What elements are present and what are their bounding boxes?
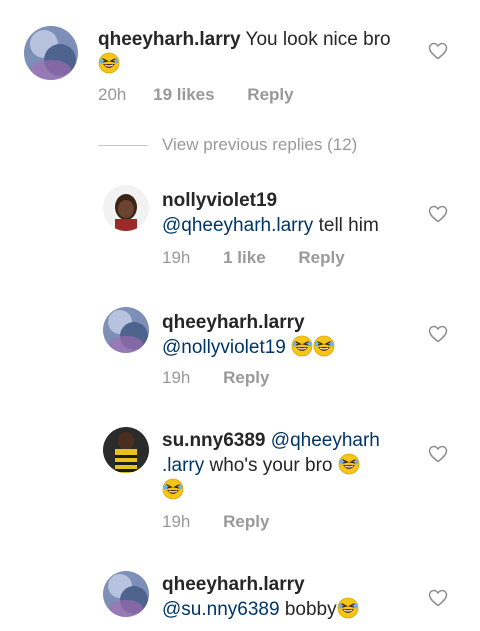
reply-time: 19h — [162, 512, 191, 531]
rofl-emoji-icon — [338, 453, 360, 475]
mention-link[interactable]: @qheeyharh.larry — [162, 215, 313, 236]
reply-body: tell him — [318, 215, 379, 236]
reply-text: su.nny6389 @qheeyharh .larry who's your … — [162, 428, 422, 503]
avatar-image — [103, 185, 149, 231]
comment-username[interactable]: qheeyharh.larry — [98, 29, 241, 50]
heart-outline-icon[interactable] — [428, 589, 448, 607]
reply-username[interactable]: qheeyharh.larry — [162, 312, 305, 333]
avatar[interactable] — [103, 427, 149, 473]
reply-username[interactable]: qheeyharh.larry — [162, 574, 305, 595]
reply-button[interactable]: Reply — [223, 368, 269, 388]
reply-time: 19h — [162, 248, 191, 267]
avatar[interactable] — [103, 571, 149, 617]
divider-line — [98, 145, 148, 146]
mention-link[interactable]: @nollyviolet19 — [162, 337, 286, 358]
heart-outline-icon[interactable] — [428, 42, 448, 60]
avatar[interactable] — [103, 185, 149, 231]
heart-outline-icon[interactable] — [428, 325, 448, 343]
comment-top: qheeyharh.larry You look nice bro 20h 19… — [0, 0, 480, 120]
reply-3: su.nny6389 @qheeyharh .larry who's your … — [0, 420, 480, 540]
comment-time: 20h — [98, 85, 127, 104]
comment-meta: 20h 19 likes Reply — [98, 85, 294, 105]
view-previous-label[interactable]: View previous replies (12) — [162, 135, 357, 155]
reply-meta: 19h Reply — [162, 512, 269, 532]
mention-link[interactable]: @qheeyharh — [271, 430, 380, 451]
rofl-emoji-icon — [336, 597, 359, 619]
avatar-image — [103, 427, 149, 473]
avatar[interactable] — [24, 26, 78, 80]
reply-1: nollyviolet19 @qheeyharh.larry tell him … — [0, 180, 480, 280]
reply-body: who's your bro — [209, 455, 333, 476]
reply-body: bobby — [284, 599, 337, 620]
comment-body: You look nice bro — [245, 29, 391, 50]
rofl-emoji-icon — [313, 335, 335, 357]
reply-username[interactable]: su.nny6389 — [162, 430, 266, 451]
reply-text: qheeyharh.larry @su.nny6389 bobby — [162, 572, 422, 622]
avatar-image — [103, 307, 149, 353]
reply-meta: 19h Reply — [162, 368, 269, 388]
mention-link[interactable]: @su.nny6389 — [162, 599, 280, 620]
heart-outline-icon[interactable] — [428, 445, 448, 463]
reply-likes[interactable]: 1 like — [223, 248, 266, 268]
reply-4: qheeyharh.larry @su.nny6389 bobby — [0, 565, 480, 631]
mention-link-continued[interactable]: .larry — [162, 455, 204, 476]
reply-2: qheeyharh.larry @nollyviolet19 19h Reply — [0, 300, 480, 400]
reply-text: qheeyharh.larry @nollyviolet19 — [162, 310, 422, 360]
reply-meta: 19h 1 like Reply — [162, 248, 345, 268]
reply-time: 19h — [162, 368, 191, 387]
reply-button[interactable]: Reply — [247, 85, 293, 105]
avatar-image — [24, 26, 78, 80]
reply-text: nollyviolet19 @qheeyharh.larry tell him — [162, 188, 422, 238]
rofl-emoji-icon — [162, 478, 184, 500]
comment-text: qheeyharh.larry You look nice bro — [98, 27, 418, 77]
reply-button[interactable]: Reply — [298, 248, 344, 268]
reply-username[interactable]: nollyviolet19 — [162, 190, 277, 211]
rofl-emoji-icon — [98, 52, 120, 74]
heart-outline-icon[interactable] — [428, 205, 448, 223]
avatar-image — [103, 571, 149, 617]
reply-button[interactable]: Reply — [223, 512, 269, 532]
avatar[interactable] — [103, 307, 149, 353]
comment-likes[interactable]: 19 likes — [153, 85, 214, 105]
rofl-emoji-icon — [291, 335, 313, 357]
